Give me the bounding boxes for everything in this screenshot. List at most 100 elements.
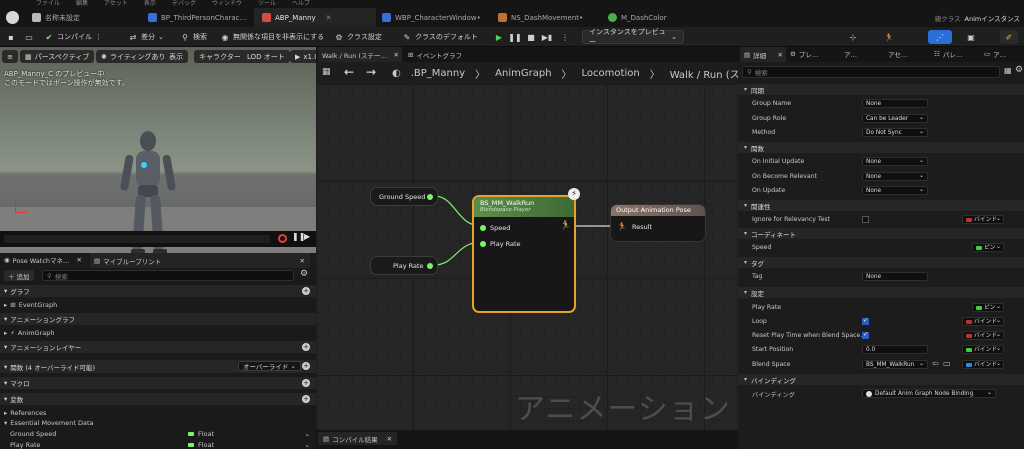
play-button[interactable]: ▶	[494, 30, 504, 44]
close-icon[interactable]: ✕	[387, 435, 392, 443]
section-functions[interactable]: 関数	[738, 142, 1024, 153]
save-button[interactable]: ▪	[6, 30, 16, 44]
input-pin-speed[interactable]: Speed	[480, 224, 510, 232]
tab-bp-thirdperson[interactable]: BP_ThirdPersonCharac…	[140, 8, 255, 27]
close-icon[interactable]: ✕	[778, 51, 783, 59]
section-relevancy[interactable]: 関連性	[738, 200, 1024, 211]
close-icon[interactable]: ✕	[300, 257, 305, 265]
section-macros[interactable]: ▾ マクロ +	[0, 377, 316, 389]
chevron-down-icon[interactable]: ⌄	[305, 430, 310, 438]
category-essential-movement[interactable]: ▾ Essential Movement Data	[0, 417, 316, 428]
section-settings[interactable]: 設定	[738, 287, 1024, 298]
table-view-icon[interactable]: ▦	[1004, 66, 1012, 75]
variable-play-rate[interactable]: Play Rate Float ⌄	[0, 439, 316, 449]
close-icon[interactable]: ✕	[394, 51, 399, 59]
override-dropdown[interactable]: オーバーライド ⌄	[238, 361, 301, 371]
loop-checkbox[interactable]	[862, 317, 869, 325]
debug-button[interactable]: ✐	[1000, 30, 1018, 44]
viewport-menu-button[interactable]: ≡	[2, 50, 18, 63]
tab-walk-run[interactable]: Walk / Run (ステー… ✕	[318, 47, 402, 62]
section-variables[interactable]: ▾ 変数 +	[0, 393, 316, 405]
node-play-rate[interactable]: Play Rate	[370, 256, 438, 275]
section-functions[interactable]: ▾ 関数 (4 オーバーライド可能) オーバーライド ⌄ +	[0, 360, 316, 373]
stop-button[interactable]: ■	[526, 30, 536, 44]
tab-my-blueprint[interactable]: ▤ マイブループリント ✕	[90, 253, 310, 268]
breadcrumb-item[interactable]: .BP_Manny	[411, 68, 465, 79]
section-sync[interactable]: 同期	[738, 84, 1024, 95]
input-pin-play-rate[interactable]: Play Rate	[480, 240, 521, 248]
pin-dropdown[interactable]: ピン	[972, 303, 1004, 312]
tab-wbp-characterwindow[interactable]: WBP_CharacterWindow•	[374, 8, 489, 27]
preview-instance-dropdown[interactable]: インスタンスをプレビュー ⌄	[582, 28, 684, 46]
skeleton-mode-button[interactable]: ⊹	[848, 30, 858, 44]
tab-preview-settings[interactable]: ⚙ プレ…	[790, 49, 818, 59]
parent-class-value[interactable]: Animインスタンス	[965, 13, 1020, 23]
menu-edit[interactable]: 編集	[76, 1, 88, 7]
binding-dropdown[interactable]: Default Anim Graph Node Binding	[862, 389, 996, 398]
compile-button[interactable]: ✔ コンパイル ⋮	[44, 30, 102, 44]
menu-debug[interactable]: デバッグ	[172, 1, 196, 7]
output-pin[interactable]	[427, 262, 433, 269]
section-anim-layers[interactable]: ▾ アニメーションレイヤー +	[0, 341, 316, 353]
tab-details[interactable]: ▤ 詳細 ✕	[740, 47, 786, 62]
menu-tools[interactable]: ツール	[258, 1, 276, 7]
breadcrumb-item[interactable]: AnimGraph	[495, 68, 551, 79]
tab-event-graph[interactable]: ⊞ イベントグラフ	[408, 47, 462, 62]
search-input[interactable]: ⚲ 検索	[42, 270, 294, 281]
group-role-dropdown[interactable]: Can be Leader	[862, 114, 928, 123]
tab-pose-watch[interactable]: ◉ Pose Watchマネ… ✕	[4, 255, 82, 265]
blueprint-mode-button[interactable]: ⋰	[928, 30, 952, 44]
bind-dropdown[interactable]: バインド	[962, 215, 1004, 224]
browse-button[interactable]: ▭	[24, 30, 34, 44]
add-graph-icon[interactable]: +	[302, 287, 310, 295]
graph-canvas[interactable]: Ground Speed Play Rate BS_MM_WalkRun Ble…	[316, 84, 738, 430]
pose-output-pin-icon[interactable]: 🏃	[560, 221, 571, 231]
pin-icon[interactable]	[480, 225, 486, 231]
tab-anim[interactable]: ア…	[844, 49, 857, 59]
step-button[interactable]: ▶▮	[542, 30, 553, 44]
add-function-icon[interactable]: +	[302, 362, 310, 370]
section-tag[interactable]: タグ	[738, 257, 1024, 268]
section-coordinates[interactable]: コーディネート	[738, 228, 1024, 239]
start-position-field[interactable]: 0.0	[862, 345, 928, 354]
pin-icon[interactable]	[480, 241, 486, 247]
gear-icon[interactable]: ⚙	[300, 269, 308, 279]
graph-options-icon[interactable]: ▦	[322, 67, 331, 77]
timeline-track[interactable]	[4, 235, 270, 243]
tag-field[interactable]: None	[862, 272, 928, 281]
gear-icon[interactable]: ⚙	[1015, 65, 1023, 75]
browse-folder-icon[interactable]: ▭	[943, 359, 951, 368]
node-output-pose[interactable]: Output Animation Pose 🏃 Result	[610, 204, 706, 242]
use-selected-icon[interactable]: ⇦	[932, 359, 939, 368]
close-icon[interactable]: ✕	[326, 14, 332, 22]
pause-button[interactable]: ❚❚	[508, 30, 521, 44]
forward-arrow-icon[interactable]: →	[366, 65, 376, 79]
node-ground-speed[interactable]: Ground Speed	[370, 187, 438, 206]
mesh-mode-button[interactable]: 🏃	[884, 30, 894, 44]
method-dropdown[interactable]: Do Not Sync	[862, 128, 928, 137]
lighting-button[interactable]: ✺ ライティングあり	[96, 50, 171, 63]
variable-ground-speed[interactable]: Ground Speed Float ⌄	[0, 428, 316, 439]
record-icon[interactable]	[278, 234, 287, 243]
diff-button[interactable]: ⇄ 差分 ⌄	[128, 30, 164, 44]
tab-m-dashcolor[interactable]: M_DashColor	[600, 8, 675, 27]
reset-play-time-checkbox[interactable]	[862, 331, 869, 339]
forward-icon[interactable]: ▶	[304, 232, 310, 241]
close-icon[interactable]: ✕	[77, 256, 82, 264]
list-item-eventgraph[interactable]: ▸ ⊞ EventGraph	[0, 299, 316, 310]
on-initial-update-dropdown[interactable]: None	[862, 157, 928, 166]
character-button[interactable]: キャラクター	[194, 50, 246, 63]
bind-dropdown[interactable]: バインド	[962, 345, 1004, 354]
ignore-relevancy-checkbox[interactable]	[862, 216, 869, 223]
tab-abp-manny[interactable]: ABP_Manny ✕	[254, 8, 376, 27]
details-search-input[interactable]: ⚲ 検索	[742, 66, 1000, 78]
pin-dropdown[interactable]: ピン	[972, 243, 1004, 252]
menu-file[interactable]: ファイル	[36, 1, 60, 7]
add-button[interactable]: ＋ 追加	[4, 270, 34, 281]
hide-unrelated-button[interactable]: ◉ 無関係な項目を非表示にする	[220, 30, 325, 44]
on-become-relevant-dropdown[interactable]: None	[862, 172, 928, 181]
play-options-button[interactable]: ⋮	[560, 30, 570, 44]
chevron-down-icon[interactable]: ⌄	[305, 441, 310, 449]
breadcrumb-item[interactable]: Locomotion	[582, 68, 640, 79]
menu-help[interactable]: ヘルプ	[292, 1, 310, 7]
